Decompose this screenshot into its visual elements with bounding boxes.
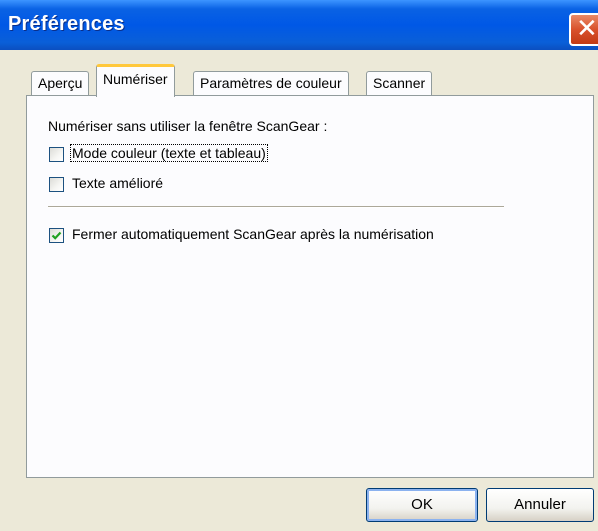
tab-label: Numériser: [103, 71, 168, 87]
tab-numeriser[interactable]: Numériser: [96, 64, 175, 97]
texte-ameliore-label[interactable]: Texte amélioré: [72, 175, 163, 191]
separator: [48, 206, 504, 208]
tab-parametres-couleur[interactable]: Paramètres de couleur: [193, 71, 349, 95]
tab-apercu[interactable]: Aperçu: [31, 71, 90, 95]
texte-ameliore-checkbox[interactable]: [49, 177, 64, 192]
mode-couleur-checkbox[interactable]: [49, 147, 64, 162]
auto-close-checkbox[interactable]: [49, 228, 64, 243]
tab-label: Paramètres de couleur: [200, 75, 342, 91]
auto-close-label[interactable]: Fermer automatiquement ScanGear après la…: [72, 226, 434, 242]
close-icon: ✕: [576, 14, 598, 44]
ok-button[interactable]: OK: [366, 488, 478, 522]
cancel-button[interactable]: Annuler: [486, 488, 594, 522]
scan-without-scangear-heading: Numériser sans utiliser la fenêtre ScanG…: [48, 118, 328, 134]
tab-scanner[interactable]: Scanner: [366, 71, 433, 95]
preferences-dialog: Préférences ✕ Aperçu Numériser Paramètre…: [0, 0, 598, 531]
check-icon: [51, 231, 62, 240]
title-bar[interactable]: Préférences ✕: [0, 0, 598, 50]
focus-rect: Mode couleur (texte et tableau): [70, 144, 268, 162]
dialog-title: Préférences: [8, 13, 125, 35]
mode-couleur-label[interactable]: Mode couleur (texte et tableau): [70, 144, 268, 162]
tab-label: Aperçu: [38, 75, 83, 91]
tab-label: Scanner: [373, 75, 426, 91]
close-button[interactable]: ✕: [569, 13, 598, 46]
